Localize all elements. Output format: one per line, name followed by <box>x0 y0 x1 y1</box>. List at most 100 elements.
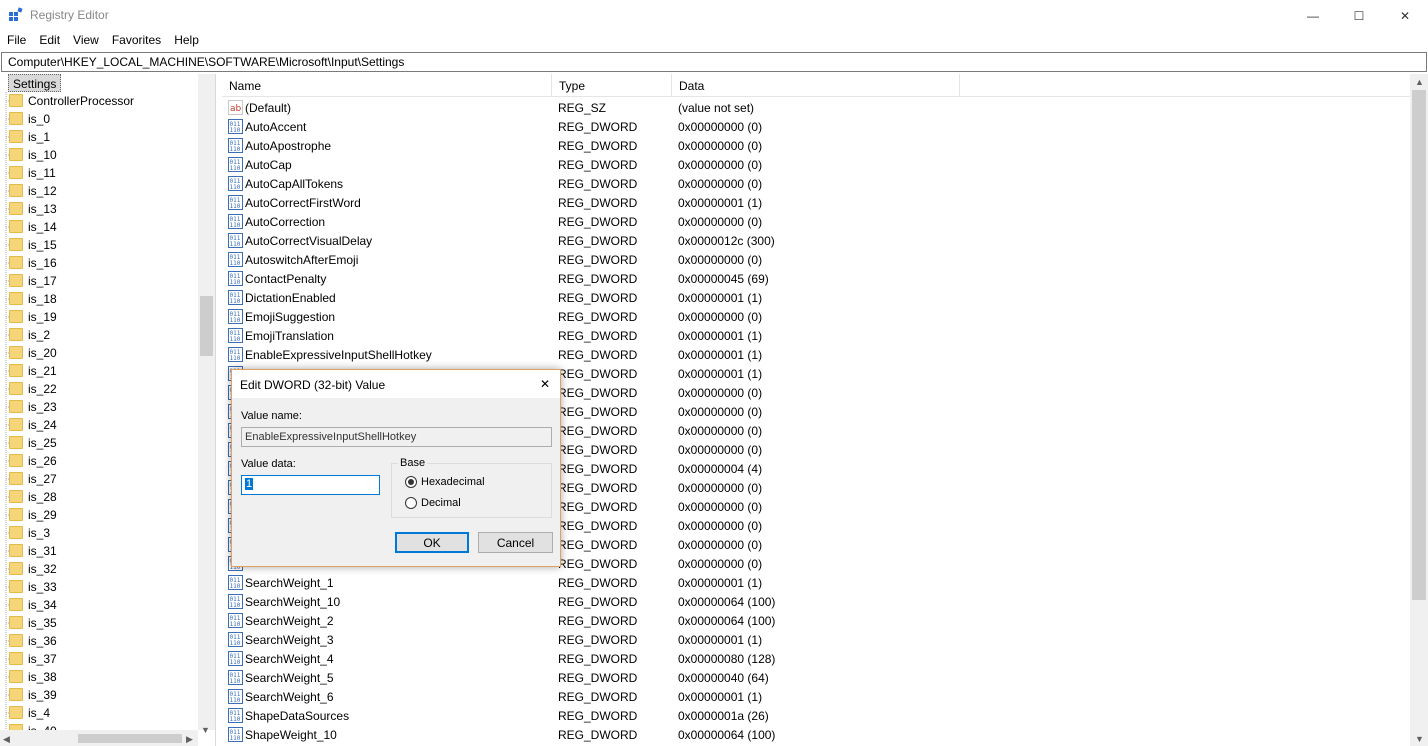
decimal-label[interactable]: Decimal <box>421 497 461 509</box>
value-name: EmojiTranslation <box>245 329 334 343</box>
value-row[interactable]: 011 110 ShapeWeight_10 REG_DWORD 0x00000064 … <box>222 725 1410 744</box>
tree-item[interactable]: is_26 <box>0 452 198 470</box>
radio-selected-dot <box>408 479 414 485</box>
value-row[interactable]: 011 110 AutoCap REG_DWORD 0x00000000 (0) <box>222 155 1410 174</box>
tree-item[interactable]: is_29 <box>0 506 198 524</box>
value-row[interactable]: 011 110 SearchWeight_3 REG_DWORD 0x00000001 … <box>222 630 1410 649</box>
value-data-input[interactable]: 1 <box>241 475 380 495</box>
value-row[interactable]: 011 110 AutoApostrophe REG_DWORD 0x00000000 … <box>222 136 1410 155</box>
tree-scroll-thumb[interactable] <box>200 296 213 356</box>
tree-item[interactable]: is_16 <box>0 254 198 272</box>
tree-item[interactable]: is_20 <box>0 344 198 362</box>
menu-view[interactable]: View <box>66 31 105 51</box>
tree-item[interactable]: is_25 <box>0 434 198 452</box>
tree-item[interactable]: is_4 <box>0 704 198 722</box>
value-data: 0x00000000 (0) <box>678 481 763 495</box>
tree-hscroll-thumb[interactable] <box>78 734 182 743</box>
tree-item[interactable]: is_11 <box>0 164 198 182</box>
tree-item[interactable]: is_23 <box>0 398 198 416</box>
tree-item[interactable]: is_34 <box>0 596 198 614</box>
tree-item[interactable]: is_28 <box>0 488 198 506</box>
tree-item[interactable]: is_1 <box>0 128 198 146</box>
value-row[interactable]: 011 110 EnableExpressiveInputShellHotkey RE… <box>222 345 1410 364</box>
value-row[interactable]: ab (Default) REG_SZ (value not set) <box>222 98 1410 117</box>
value-row[interactable]: 011 110 AutoCorrection REG_DWORD 0x00000000 … <box>222 212 1410 231</box>
value-row[interactable]: 011 110 SearchWeight_4 REG_DWORD 0x00000080 … <box>222 649 1410 668</box>
tree-item[interactable]: is_15 <box>0 236 198 254</box>
maximize-button[interactable]: ☐ <box>1336 0 1382 31</box>
tree-item[interactable]: is_38 <box>0 668 198 686</box>
value-row[interactable]: 011 110 AutoAccent REG_DWORD 0x00000000 (0) <box>222 117 1410 136</box>
list-scroll-down-arrow-icon[interactable]: ▼ <box>1415 734 1424 744</box>
tree-item[interactable]: is_39 <box>0 686 198 704</box>
menu-edit[interactable]: Edit <box>32 31 66 51</box>
tree-item[interactable]: is_10 <box>0 146 198 164</box>
value-row[interactable]: 011 110 ContactPenalty REG_DWORD 0x00000045 … <box>222 269 1410 288</box>
column-header-data[interactable]: Data <box>672 74 960 97</box>
tree-item-label: is_21 <box>28 364 57 378</box>
tree-item-label: is_23 <box>28 400 57 414</box>
value-row[interactable]: 011 110 SearchWeight_10 REG_DWORD 0x00000064… <box>222 592 1410 611</box>
value-type: REG_DWORD <box>558 405 638 419</box>
edit-dword-dialog: Edit DWORD (32-bit) Value ✕ Value name: … <box>231 369 561 567</box>
minimize-button[interactable]: — <box>1290 0 1336 31</box>
scroll-left-arrow-icon[interactable]: ◀ <box>3 734 10 744</box>
tree-item[interactable]: is_33 <box>0 578 198 596</box>
cancel-button[interactable]: Cancel <box>478 532 553 553</box>
tree-item[interactable]: is_19 <box>0 308 198 326</box>
tree-item[interactable]: is_18 <box>0 290 198 308</box>
list-scroll-thumb[interactable] <box>1412 90 1426 600</box>
value-row[interactable]: 011 110 ShapeDataSources REG_DWORD 0x0000001… <box>222 706 1410 725</box>
tree-item[interactable]: is_35 <box>0 614 198 632</box>
tree-item[interactable]: is_32 <box>0 560 198 578</box>
tree-item[interactable]: ControllerProcessor <box>0 92 198 110</box>
tree-item[interactable]: is_14 <box>0 218 198 236</box>
value-row[interactable]: 011 110 SearchWeight_5 REG_DWORD 0x00000040 … <box>222 668 1410 687</box>
tree-item-label: Settings <box>8 74 62 92</box>
svg-text:110: 110 <box>230 621 241 628</box>
ok-button[interactable]: OK <box>395 532 469 553</box>
dword-value-icon: 011110 <box>228 252 243 267</box>
tree-item[interactable]: is_37 <box>0 650 198 668</box>
scroll-down-arrow-icon[interactable]: ▼ <box>201 725 210 735</box>
tree-item[interactable]: is_17 <box>0 272 198 290</box>
value-row[interactable]: 011 110 EmojiTranslation REG_DWORD 0x0000000… <box>222 326 1410 345</box>
tree-item[interactable]: is_12 <box>0 182 198 200</box>
column-header-type[interactable]: Type <box>552 74 672 97</box>
value-row[interactable]: 011 110 AutoswitchAfterEmoji REG_DWORD 0x000… <box>222 250 1410 269</box>
menu-favorites[interactable]: Favorites <box>105 31 167 51</box>
tree-item[interactable]: is_0 <box>0 110 198 128</box>
column-header-name[interactable]: Name <box>222 74 552 97</box>
tree-item[interactable]: is_3 <box>0 524 198 542</box>
tree-item[interactable]: is_22 <box>0 380 198 398</box>
value-row[interactable]: 011 110 AutoCorrectVisualDelay REG_DWORD 0x0… <box>222 231 1410 250</box>
value-row[interactable]: 011 110 SearchWeight_2 REG_DWORD 0x00000064 … <box>222 611 1410 630</box>
menu-help[interactable]: Help <box>167 31 205 51</box>
value-row[interactable]: 011 110 SearchWeight_6 REG_DWORD 0x00000001 … <box>222 687 1410 706</box>
tree-item[interactable]: is_2 <box>0 326 198 344</box>
list-scroll-up-arrow-icon[interactable]: ▲ <box>1415 77 1424 87</box>
tree-item[interactable]: is_31 <box>0 542 198 560</box>
value-row[interactable]: 011 110 DictationEnabled REG_DWORD 0x0000000… <box>222 288 1410 307</box>
decimal-radio[interactable] <box>405 497 417 509</box>
tree-item[interactable]: is_21 <box>0 362 198 380</box>
tree-item[interactable]: is_27 <box>0 470 198 488</box>
folder-icon <box>9 328 23 341</box>
tree-item[interactable]: is_24 <box>0 416 198 434</box>
value-row[interactable]: 011 110 AutoCapAllTokens REG_DWORD 0x0000000… <box>222 174 1410 193</box>
value-row[interactable]: 011 110 AutoCorrectFirstWord REG_DWORD 0x000… <box>222 193 1410 212</box>
tree-item[interactable]: is_36 <box>0 632 198 650</box>
dialog-close-button[interactable]: ✕ <box>532 373 558 395</box>
hexadecimal-label[interactable]: Hexadecimal <box>421 476 485 488</box>
tree-item[interactable]: is_13 <box>0 200 198 218</box>
close-button[interactable]: ✕ <box>1382 0 1428 31</box>
scroll-right-arrow-icon[interactable]: ▶ <box>186 734 193 744</box>
value-row[interactable]: 011 110 EmojiSuggestion REG_DWORD 0x00000000… <box>222 307 1410 326</box>
value-row[interactable]: 011 110 SearchWeight_1 REG_DWORD 0x00000001 … <box>222 573 1410 592</box>
menu-file[interactable]: File <box>0 31 32 51</box>
hexadecimal-radio[interactable] <box>405 476 417 488</box>
tree-vertical-scrollbar[interactable] <box>198 74 215 730</box>
address-bar[interactable]: Computer\HKEY_LOCAL_MACHINE\SOFTWARE\Mic… <box>1 52 1427 72</box>
tree-item-selected[interactable]: Settings <box>0 74 198 92</box>
folder-icon <box>9 310 23 323</box>
